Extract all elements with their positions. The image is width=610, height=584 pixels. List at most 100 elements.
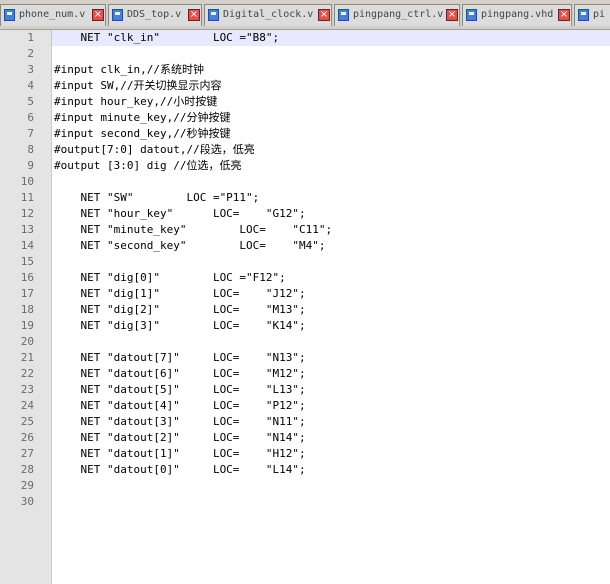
- file-icon: [4, 9, 15, 21]
- code-text: NET "dig[0]" LOC ="F12";: [54, 271, 286, 284]
- code-line[interactable]: 18 NET "dig[2]" LOC= "M13";: [0, 302, 610, 318]
- line-number: 5: [27, 95, 34, 108]
- code-text: NET "datout[7]" LOC= "N13";: [54, 351, 306, 364]
- line-number: 16: [20, 271, 34, 284]
- line-number: 21: [20, 351, 34, 364]
- tab-label: pingpang.vhd: [481, 9, 554, 20]
- line-number: 12: [20, 207, 34, 220]
- file-icon: [578, 9, 589, 21]
- code-line[interactable]: 26 NET "datout[2]" LOC= "N14";: [0, 430, 610, 446]
- file-icon: [112, 9, 123, 21]
- code-text: #input hour_key,//小时按键: [54, 95, 218, 108]
- close-icon[interactable]: ×: [318, 9, 330, 21]
- code-line[interactable]: 28 NET "datout[0]" LOC= "L14";: [0, 462, 610, 478]
- code-line[interactable]: 5 #input hour_key,//小时按键: [0, 94, 610, 110]
- tab-label: pi: [593, 9, 606, 20]
- code-line[interactable]: 14 NET "second_key" LOC= "M4";: [0, 238, 610, 254]
- code-line[interactable]: 3 #input clk_in,//系统时钟: [0, 62, 610, 78]
- code-line[interactable]: 23 NET "datout[5]" LOC= "L13";: [0, 382, 610, 398]
- line-number: 9: [27, 159, 34, 172]
- code-line[interactable]: 20: [0, 334, 610, 350]
- code-line[interactable]: 8 #output[7:0] datout,//段选，低亮: [0, 142, 610, 158]
- tab-pi[interactable]: pi: [574, 4, 610, 26]
- line-number: 25: [20, 415, 34, 428]
- line-number: 13: [20, 223, 34, 236]
- code-text: NET "datout[0]" LOC= "L14";: [54, 463, 306, 476]
- code-line[interactable]: 4 #input SW,//开关切换显示内容: [0, 78, 610, 94]
- code-text: NET "datout[1]" LOC= "H12";: [54, 447, 306, 460]
- code-text: #output[7:0] datout,//段选，低亮: [54, 143, 255, 156]
- code-line[interactable]: 1 NET "clk_in" LOC ="B8";: [0, 30, 610, 46]
- file-icon: [208, 9, 219, 21]
- code-text: NET "dig[2]" LOC= "M13";: [54, 303, 306, 316]
- code-line[interactable]: 6 #input minute_key,//分钟按键: [0, 110, 610, 126]
- line-number: 14: [20, 239, 34, 252]
- tab-label: DDS_top.v: [127, 9, 182, 20]
- line-number: 18: [20, 303, 34, 316]
- code-text: NET "datout[6]" LOC= "M12";: [54, 367, 306, 380]
- code-text: #output [3:0] dig //位选，低亮: [54, 159, 242, 172]
- code-line[interactable]: 27 NET "datout[1]" LOC= "H12";: [0, 446, 610, 462]
- tab-pingpang-ctrl[interactable]: pingpang_ctrl.v ×: [334, 4, 460, 26]
- code-text: NET "datout[5]" LOC= "L13";: [54, 383, 306, 396]
- tab-digital-clock[interactable]: Digital_clock.v ×: [204, 4, 332, 26]
- line-number: 2: [27, 47, 34, 60]
- code-line[interactable]: 29: [0, 478, 610, 494]
- line-number: 4: [27, 79, 34, 92]
- code-line[interactable]: 21 NET "datout[7]" LOC= "N13";: [0, 350, 610, 366]
- line-number: 7: [27, 127, 34, 140]
- line-number: 30: [20, 495, 34, 508]
- line-number: 23: [20, 383, 34, 396]
- file-icon: [466, 9, 477, 21]
- code-line[interactable]: 2: [0, 46, 610, 62]
- code-text: #input clk_in,//系统时钟: [54, 63, 204, 76]
- code-text: #input SW,//开关切换显示内容: [54, 79, 222, 92]
- line-number: 1: [27, 31, 34, 44]
- code-text: #input second_key,//秒钟按键: [54, 127, 231, 140]
- tab-label: phone_num.v: [19, 9, 86, 20]
- code-text: NET "clk_in" LOC ="B8";: [54, 31, 280, 44]
- close-icon[interactable]: ×: [558, 9, 570, 21]
- file-icon: [338, 9, 349, 21]
- code-line[interactable]: 17 NET "dig[1]" LOC= "J12";: [0, 286, 610, 302]
- code-line[interactable]: 12 NET "hour_key" LOC= "G12";: [0, 206, 610, 222]
- line-number: 8: [27, 143, 34, 156]
- tab-label: pingpang_ctrl.v: [353, 9, 444, 20]
- code-text: NET "SW" LOC ="P11";: [54, 191, 260, 204]
- line-number: 15: [20, 255, 34, 268]
- code-line[interactable]: 24 NET "datout[4]" LOC= "P12";: [0, 398, 610, 414]
- code-line[interactable]: 11 NET "SW" LOC ="P11";: [0, 190, 610, 206]
- code-line[interactable]: 9 #output [3:0] dig //位选，低亮: [0, 158, 610, 174]
- line-number: 11: [20, 191, 34, 204]
- code-line[interactable]: 13 NET "minute_key" LOC= "C11";: [0, 222, 610, 238]
- close-icon[interactable]: ×: [188, 9, 200, 21]
- line-number: 27: [20, 447, 34, 460]
- line-number: 29: [20, 479, 34, 492]
- code-line[interactable]: 22 NET "datout[6]" LOC= "M12";: [0, 366, 610, 382]
- code-line[interactable]: 25 NET "datout[3]" LOC= "N11";: [0, 414, 610, 430]
- tab-label: Digital_clock.v: [223, 9, 314, 20]
- line-number: 28: [20, 463, 34, 476]
- line-number: 6: [27, 111, 34, 124]
- code-line[interactable]: 15: [0, 254, 610, 270]
- code-text: NET "dig[1]" LOC= "J12";: [54, 287, 306, 300]
- code-text: NET "datout[3]" LOC= "N11";: [54, 415, 306, 428]
- line-number: 10: [20, 175, 34, 188]
- code-line[interactable]: 10: [0, 174, 610, 190]
- tab-pingpang-vhd[interactable]: pingpang.vhd ×: [462, 4, 572, 26]
- close-icon[interactable]: ×: [92, 9, 104, 21]
- code-text: NET "datout[2]" LOC= "N14";: [54, 431, 306, 444]
- line-number: 22: [20, 367, 34, 380]
- line-number: 20: [20, 335, 34, 348]
- code-line[interactable]: 30: [0, 494, 610, 510]
- tab-phone-num[interactable]: phone_num.v ×: [0, 4, 106, 26]
- code-text: #input minute_key,//分钟按键: [54, 111, 231, 124]
- line-number: 24: [20, 399, 34, 412]
- code-text: NET "second_key" LOC= "M4";: [54, 239, 326, 252]
- code-line[interactable]: 19 NET "dig[3]" LOC= "K14";: [0, 318, 610, 334]
- code-line[interactable]: 7 #input second_key,//秒钟按键: [0, 126, 610, 142]
- tab-dds-top[interactable]: DDS_top.v ×: [108, 4, 202, 26]
- close-icon[interactable]: ×: [446, 9, 458, 21]
- code-line[interactable]: 16 NET "dig[0]" LOC ="F12";: [0, 270, 610, 286]
- code-text: NET "hour_key" LOC= "G12";: [54, 207, 306, 220]
